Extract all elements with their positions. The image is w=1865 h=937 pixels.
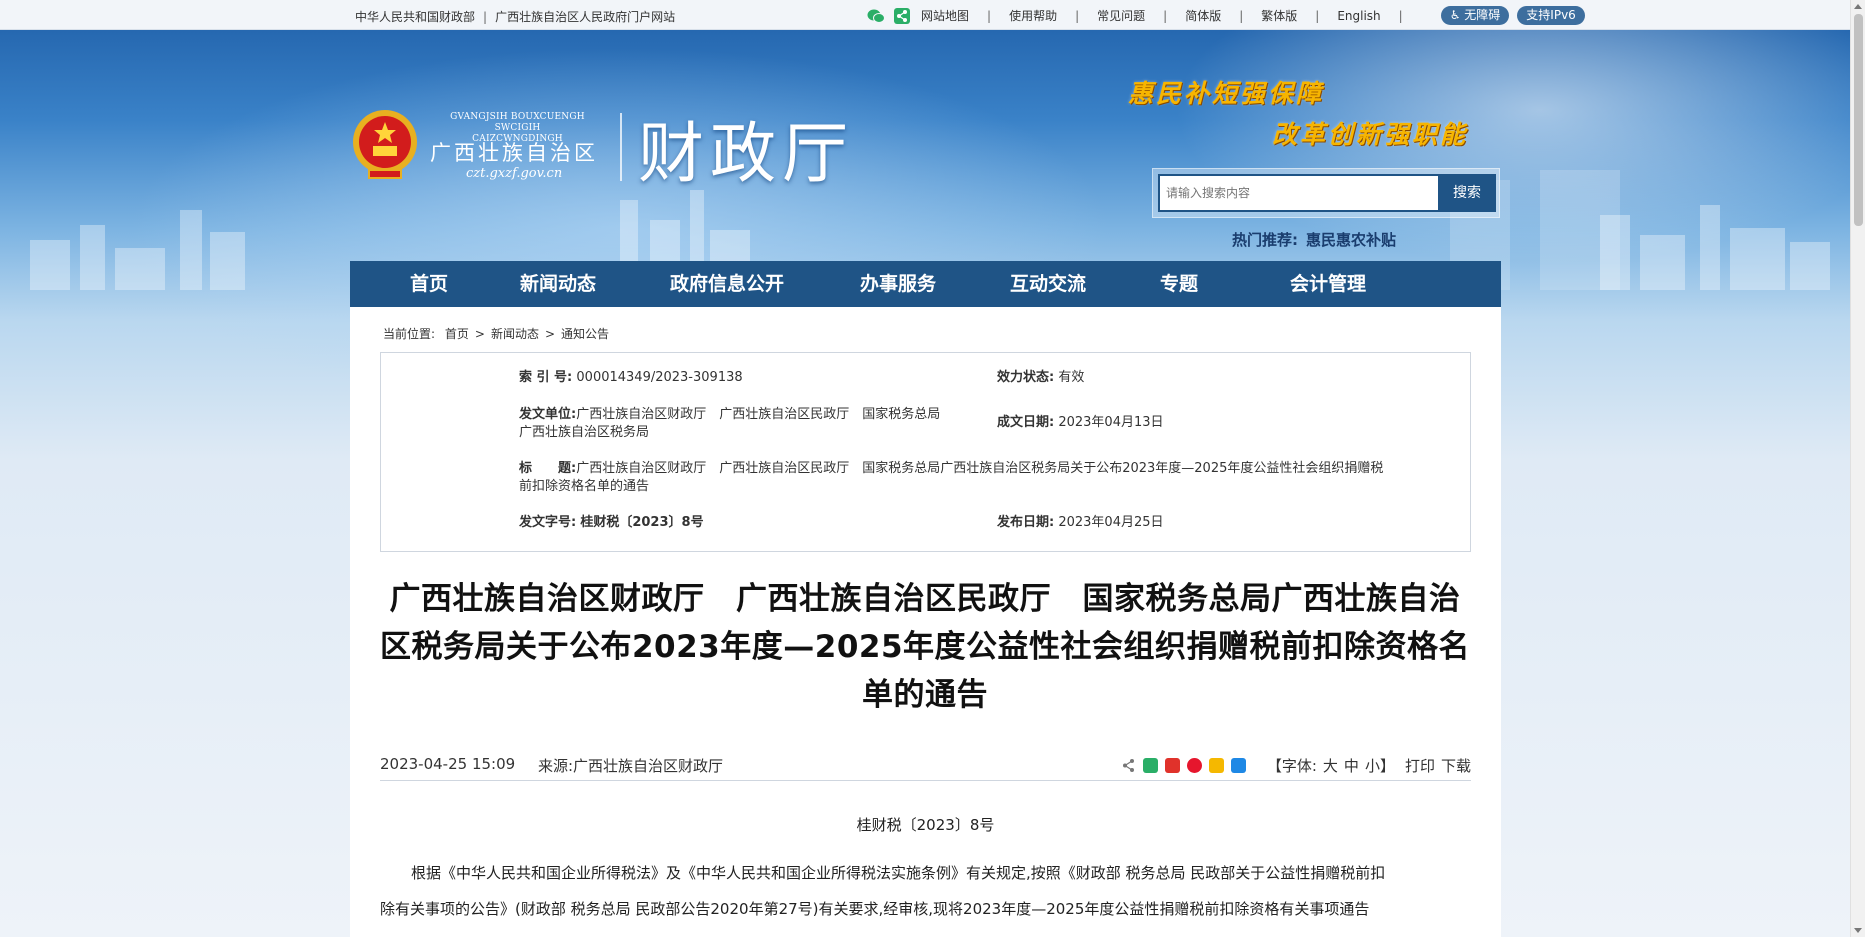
download-button[interactable]: 下载 (1441, 755, 1471, 776)
scroll-up-arrow-icon[interactable] (1854, 4, 1862, 9)
sina-share-icon[interactable] (1186, 758, 1202, 773)
top-bar: 中华人民共和国财政部 | 广西壮族自治区人民政府门户网站 网站地图 | 使用帮助 | 常… (0, 0, 1850, 30)
link-sitemap[interactable]: 网站地图 (921, 7, 969, 24)
hot-recommend: 热门推荐: 惠民惠农补贴 (1232, 229, 1396, 250)
accessibility-button[interactable]: ♿ 无障碍 (1440, 6, 1510, 25)
meta-index: 索 引 号: 000014349/2023-309138 (519, 370, 743, 385)
article-body-paragraph: 根据《中华人民共和国企业所得税法》及《中华人民共和国企业所得税法实施条例》有关规… (380, 864, 1386, 918)
breadcrumb-label: 当前位置: (383, 327, 436, 341)
hot-keyword-link[interactable]: 惠民惠农补贴 (1306, 231, 1396, 249)
meta-created: 成文日期: 2023年04月13日 (997, 415, 1164, 430)
link-english[interactable]: English (1337, 9, 1380, 23)
scroll-down-arrow-icon[interactable] (1854, 928, 1862, 933)
nav-news[interactable]: 新闻动态 (520, 261, 670, 307)
font-size-label: 【字体: (1266, 757, 1317, 775)
search-box: 搜索 (1152, 168, 1500, 218)
logo-divider (620, 113, 622, 181)
wechat-icon[interactable] (867, 8, 885, 24)
link-traditional[interactable]: 繁体版 (1261, 7, 1297, 24)
breadcrumb-home[interactable]: 首页 (445, 327, 469, 341)
meta-title: 标 题:广西壮族自治区财政厅 广西壮族自治区民政厅 国家税务总局广西壮族自治区税… (519, 461, 1384, 494)
nav-topics[interactable]: 专题 (1160, 261, 1290, 307)
content-panel: 当前位置: 首页 > 新闻动态 > 通知公告 索 引 号: 000014349/2023… (350, 307, 1501, 937)
breadcrumb: 当前位置: 首页 > 新闻动态 > 通知公告 (383, 327, 610, 341)
page-scrollbar[interactable] (1850, 0, 1865, 937)
print-button[interactable]: 打印 (1405, 755, 1435, 776)
font-medium-button[interactable]: 中 (1344, 755, 1359, 776)
national-emblem-icon (353, 110, 417, 179)
meta-issuer: 发文单位:广西壮族自治区财政厅 广西壮族自治区民政厅 国家税务总局 广西壮族自治区… (519, 407, 941, 440)
weibo-share-icon[interactable] (1164, 758, 1180, 773)
link-help[interactable]: 使用帮助 (1009, 7, 1057, 24)
nav-gov-info[interactable]: 政府信息公开 (670, 261, 860, 307)
font-small-button[interactable]: 小 (1365, 755, 1380, 776)
font-large-button[interactable]: 大 (1323, 755, 1338, 776)
article-tools: 【字体: 大 中 小 】 打印 下载 (1121, 755, 1471, 776)
share-icon[interactable] (893, 7, 911, 24)
breadcrumb-news[interactable]: 新闻动态 (491, 327, 539, 341)
logo-region-name: 广西壮族自治区 (430, 141, 598, 165)
wechat-share-icon[interactable] (1142, 758, 1158, 773)
article-datetime: 2023-04-25 15:09 (380, 755, 516, 773)
share-icon[interactable] (1121, 758, 1136, 773)
site-title[interactable]: 财政厅 (638, 100, 854, 196)
main-nav: 首页 新闻动态 政府信息公开 办事服务 互动交流 专题 会计管理 (350, 261, 1501, 307)
qq-share-icon[interactable] (1230, 758, 1246, 773)
link-faq[interactable]: 常见问题 (1097, 7, 1145, 24)
meta-published: 发布日期: 2023年04月25日 (997, 515, 1164, 530)
article-title: 广西壮族自治区财政厅 广西壮族自治区民政厅 国家税务总局广西壮族自治 区税务局关… (379, 581, 1471, 713)
meta-docno: 发文字号: 桂财税〔2023〕8号 (519, 515, 704, 530)
document-metadata-box: 索 引 号: 000014349/2023-309138 效力状态: 有效 发文… (380, 352, 1471, 552)
scrollbar-thumb[interactable] (1854, 14, 1863, 226)
nav-services[interactable]: 办事服务 (860, 261, 1010, 307)
ipv6-badge: 支持IPv6 (1517, 6, 1585, 25)
link-simplified[interactable]: 简体版 (1185, 7, 1221, 24)
slogan-line-1: 惠民补短强保障 (1128, 79, 1325, 108)
search-input[interactable] (1158, 174, 1438, 212)
article-doc-number: 桂财税〔2023〕8号 (856, 816, 995, 834)
nav-interaction[interactable]: 互动交流 (1010, 261, 1160, 307)
search-button[interactable]: 搜索 (1438, 174, 1496, 212)
qzone-share-icon[interactable] (1208, 758, 1224, 773)
article-info-bar: 2023-04-25 15:09 来源:广西壮族自治区财政厅 【字体: 大 中 … (380, 751, 1471, 781)
logo-url: czt.gxzf.gov.cn (466, 166, 563, 181)
slogan-line-2: 改革创新强职能 (1272, 120, 1469, 149)
meta-status: 效力状态: 有效 (997, 370, 1085, 385)
nav-home[interactable]: 首页 (410, 261, 520, 307)
hot-label: 热门推荐: (1232, 231, 1298, 249)
article-source: 来源:广西壮族自治区财政厅 (538, 757, 724, 775)
link-gxzf-portal[interactable]: 广西壮族自治区人民政府门户网站 (495, 10, 675, 24)
nav-accounting[interactable]: 会计管理 (1290, 261, 1420, 307)
breadcrumb-notices[interactable]: 通知公告 (561, 327, 609, 341)
font-size-close: 】 (1379, 757, 1395, 775)
link-mof[interactable]: 中华人民共和国财政部 (355, 10, 475, 24)
